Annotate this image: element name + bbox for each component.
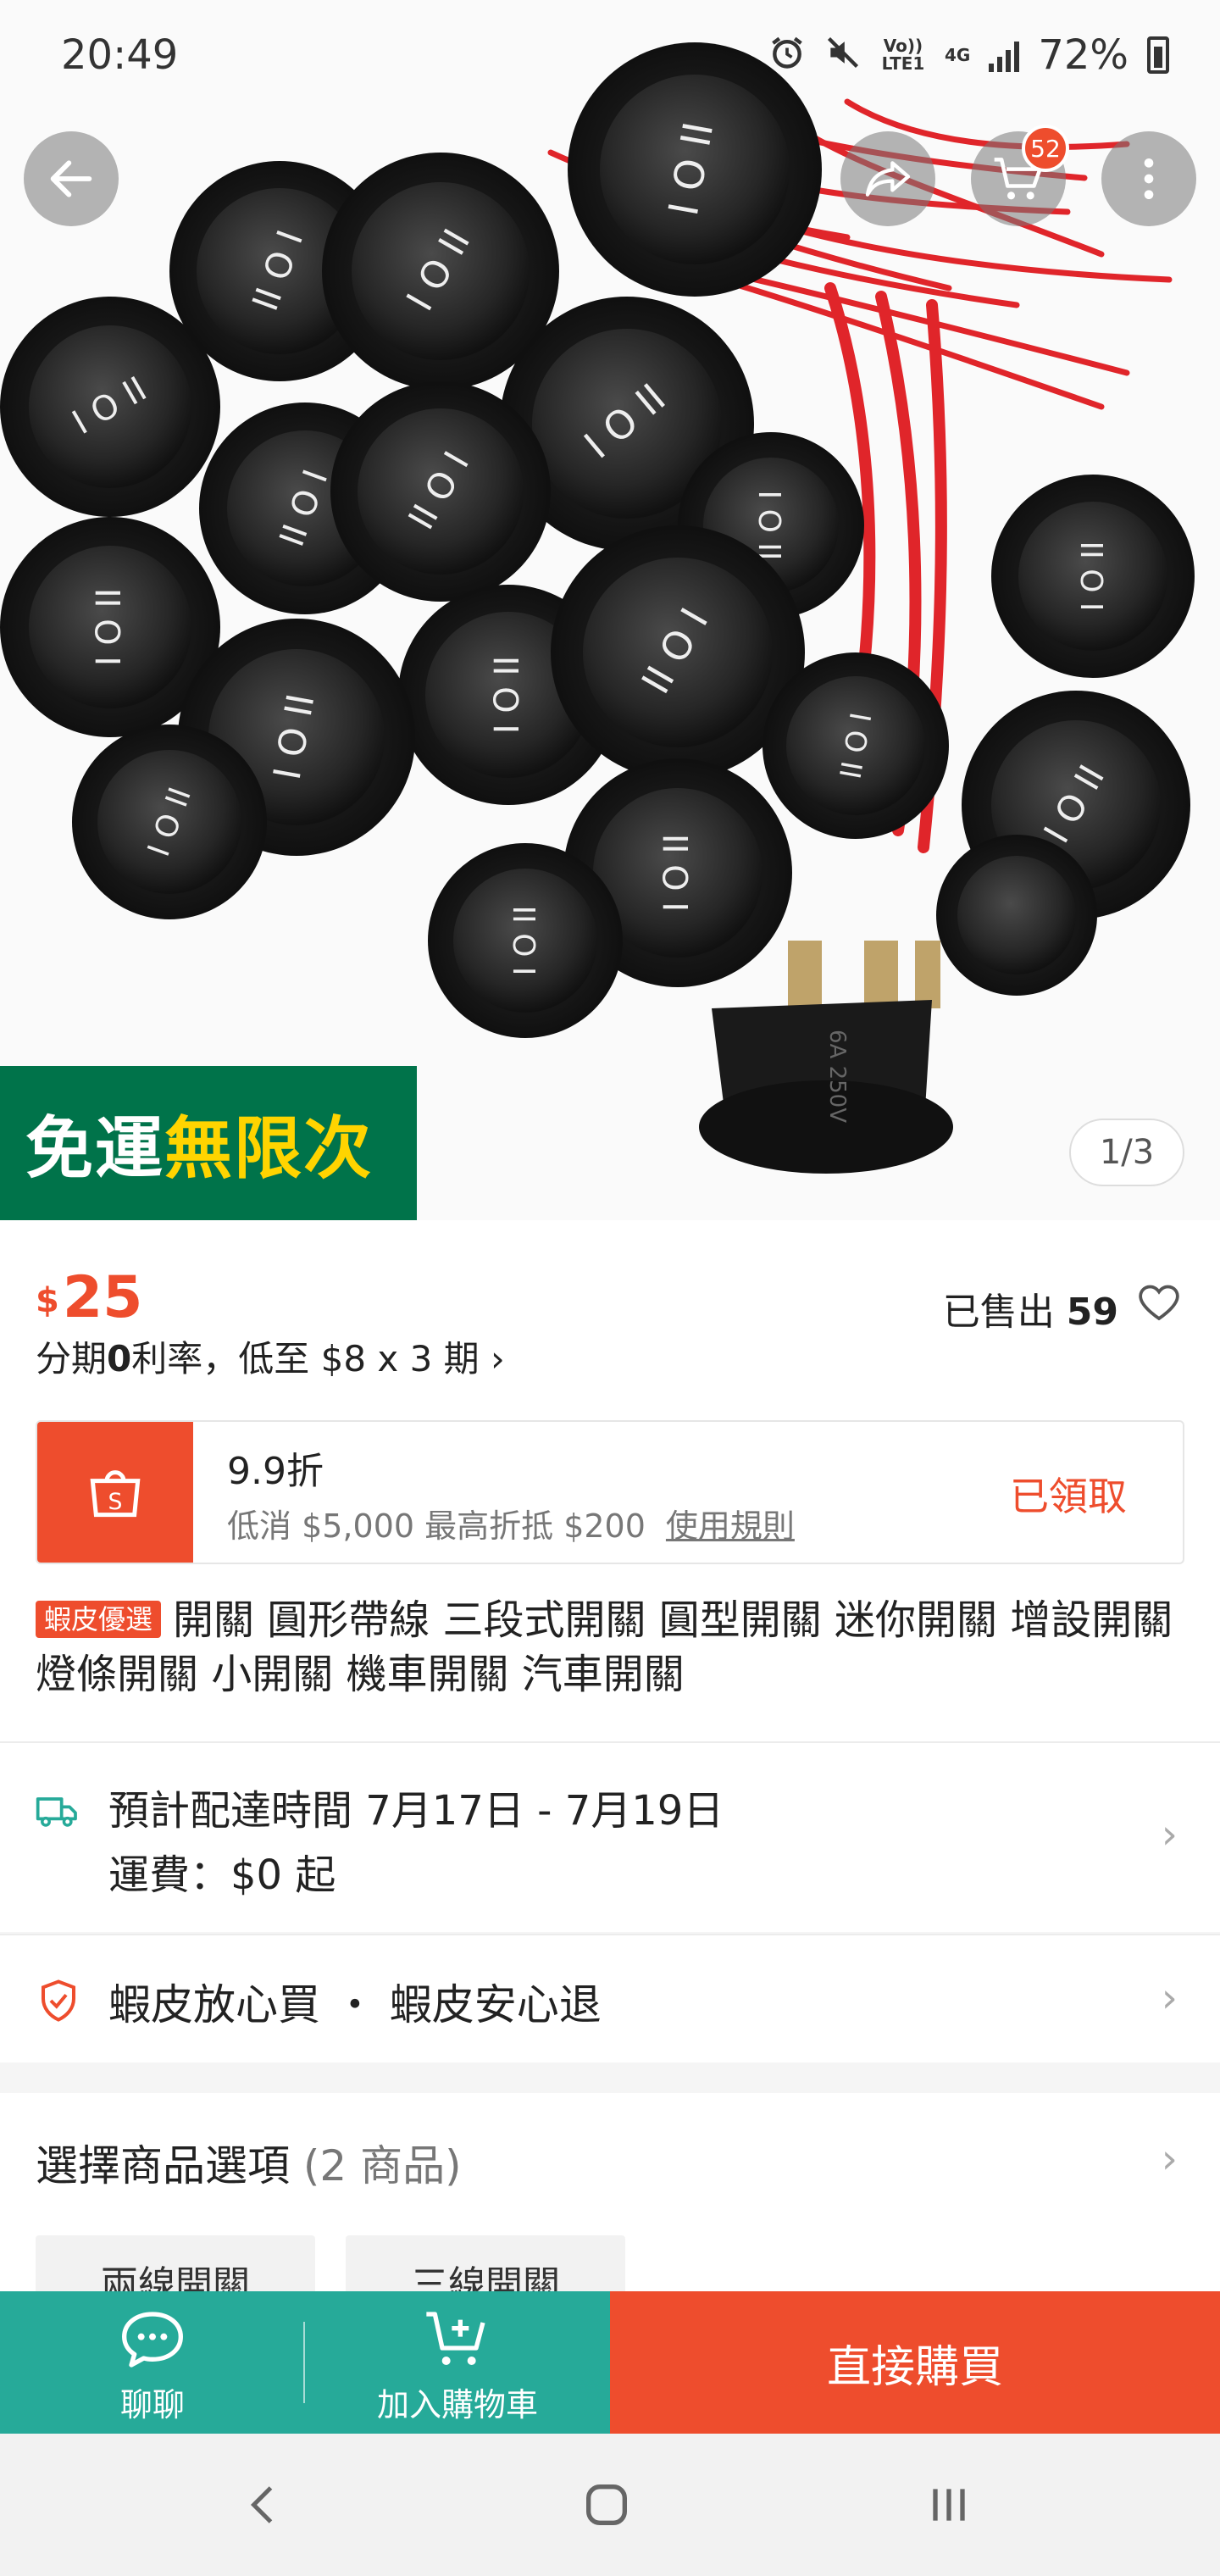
shield-check-icon (41, 1979, 76, 2022)
status-icons: Vo)) LTE1 4G 72% (768, 31, 1169, 79)
guarantee-text: 蝦皮放心買 ・ 蝦皮安心退 (108, 1980, 602, 2029)
svg-text:I O II: I O II (657, 834, 696, 912)
shopee-bag-icon: S (90, 1470, 141, 1518)
more-vertical-icon (1144, 158, 1154, 199)
status-bar: 20:49 Vo)) LTE1 4G 72% (0, 0, 1220, 110)
shipping-row[interactable]: 預計配達時間 7月17日 - 7月19日 運費：$0 起 › (0, 1741, 1220, 1932)
free-shipping-banner: 免運 無限次 (0, 1066, 417, 1220)
back-button[interactable] (24, 131, 119, 226)
share-button[interactable] (840, 131, 935, 226)
battery-charging-icon (1147, 36, 1169, 74)
voucher-title: 9.9折 (227, 1450, 324, 1493)
chevron-right-icon: › (1161, 1811, 1178, 1858)
buy-now-button[interactable]: 直接購買 (610, 2291, 1220, 2434)
svg-text:I O II: I O II (508, 905, 543, 975)
options-row[interactable]: 選擇商品選項 (2 商品) › 兩線開關 三線開關 (0, 2093, 1220, 2312)
product-title: 蝦皮優選 開關 圓形帶線 三段式開關 圓型開關 迷你開關 增設開關 燈條開關 小開… (36, 1593, 1188, 1702)
chevron-right-icon: › (1161, 1974, 1178, 2022)
voucher-badge: S (37, 1422, 193, 1563)
home-square-icon (586, 2484, 627, 2525)
voucher-card[interactable]: S 9.9折 低消 $5,000 最高折抵 $200 使用規則 已領取 (36, 1420, 1184, 1564)
mute-icon (824, 34, 862, 77)
voucher-description: 低消 $5,000 最高折抵 $200 使用規則 (227, 1507, 795, 1545)
voucher-rule-link[interactable]: 使用規則 (666, 1507, 795, 1545)
svg-text:II O I: II O I (754, 490, 789, 560)
cart-badge: 52 (1022, 125, 1069, 172)
options-title: 選擇商品選項 (2 商品) (36, 2141, 462, 2190)
shipping-fee: 運費：$0 起 (108, 1852, 336, 1899)
svg-text:S: S (108, 1489, 123, 1515)
signal-icon (989, 38, 1020, 72)
svg-text:I O II: I O II (90, 588, 129, 666)
add-to-cart-label: 加入購物車 (376, 2386, 538, 2423)
bottom-action-bar: 聊聊 加入購物車 直接購買 (0, 2291, 1220, 2434)
add-to-cart-button[interactable]: 加入購物車 (305, 2291, 610, 2434)
cart-button[interactable]: 52 (971, 125, 1069, 226)
nav-back-button[interactable] (222, 2469, 307, 2540)
volte-indicator: Vo)) LTE1 (881, 36, 925, 74)
chevron-left-icon (250, 2486, 273, 2523)
product-price: $25 (36, 1264, 143, 1331)
status-time: 20:49 (61, 31, 179, 79)
share-icon (865, 161, 911, 197)
network-type: 4G (944, 44, 971, 65)
alarm-icon (768, 34, 806, 77)
more-button[interactable] (1101, 131, 1196, 226)
nav-home-button[interactable] (564, 2469, 649, 2540)
preferred-tag: 蝦皮優選 (36, 1601, 162, 1638)
truck-icon (36, 1797, 77, 1827)
divider (303, 2322, 305, 2403)
image-counter: 1/3 (1069, 1119, 1184, 1186)
svg-text:I O II: I O II (488, 656, 527, 734)
svg-text:I O II: I O II (1076, 541, 1111, 611)
installment-info[interactable]: 分期0利率，低至 $8 x 3 期 › (36, 1330, 505, 1382)
heart-icon (1139, 1285, 1179, 1321)
sold-count: 已售出 59 (942, 1291, 1118, 1334)
svg-text:6A 250V: 6A 250V (824, 1030, 850, 1123)
back-arrow-icon (50, 160, 92, 197)
battery-percent: 72% (1038, 31, 1128, 79)
system-nav-bar (0, 2434, 1220, 2576)
bottom-left-actions: 聊聊 加入購物車 (0, 2291, 610, 2434)
chat-icon (122, 2312, 183, 2368)
delivery-estimate: 預計配達時間 7月17日 - 7月19日 (108, 1787, 724, 1835)
add-cart-icon (426, 2312, 485, 2365)
nav-recents-button[interactable] (907, 2469, 991, 2540)
favorite-button[interactable] (1134, 1276, 1184, 1327)
chat-label: 聊聊 (119, 2386, 185, 2423)
voucher-claimed-status[interactable]: 已領取 (1010, 1466, 1127, 1522)
guarantee-row[interactable]: 蝦皮放心買 ・ 蝦皮安心退 › (0, 1934, 1220, 2062)
recents-icon (933, 2489, 965, 2521)
promo-text-unlimited: 無限次 (164, 1109, 373, 1188)
product-info: $25 已售出 59 分期0利率，低至 $8 x 3 期 › S 9.9折 低消… (0, 1220, 1220, 1741)
promo-text-free-shipping: 免運 (25, 1109, 164, 1188)
chevron-right-icon: › (1161, 2135, 1178, 2183)
chat-button[interactable]: 聊聊 (0, 2291, 305, 2434)
product-page: I O II II O I I O II I O II I O II II O … (0, 0, 1220, 2576)
product-title-text: 開關 圓形帶線 三段式開關 圓型開關 迷你開關 增設開關 燈條開關 小開關 機車… (36, 1596, 1173, 1698)
